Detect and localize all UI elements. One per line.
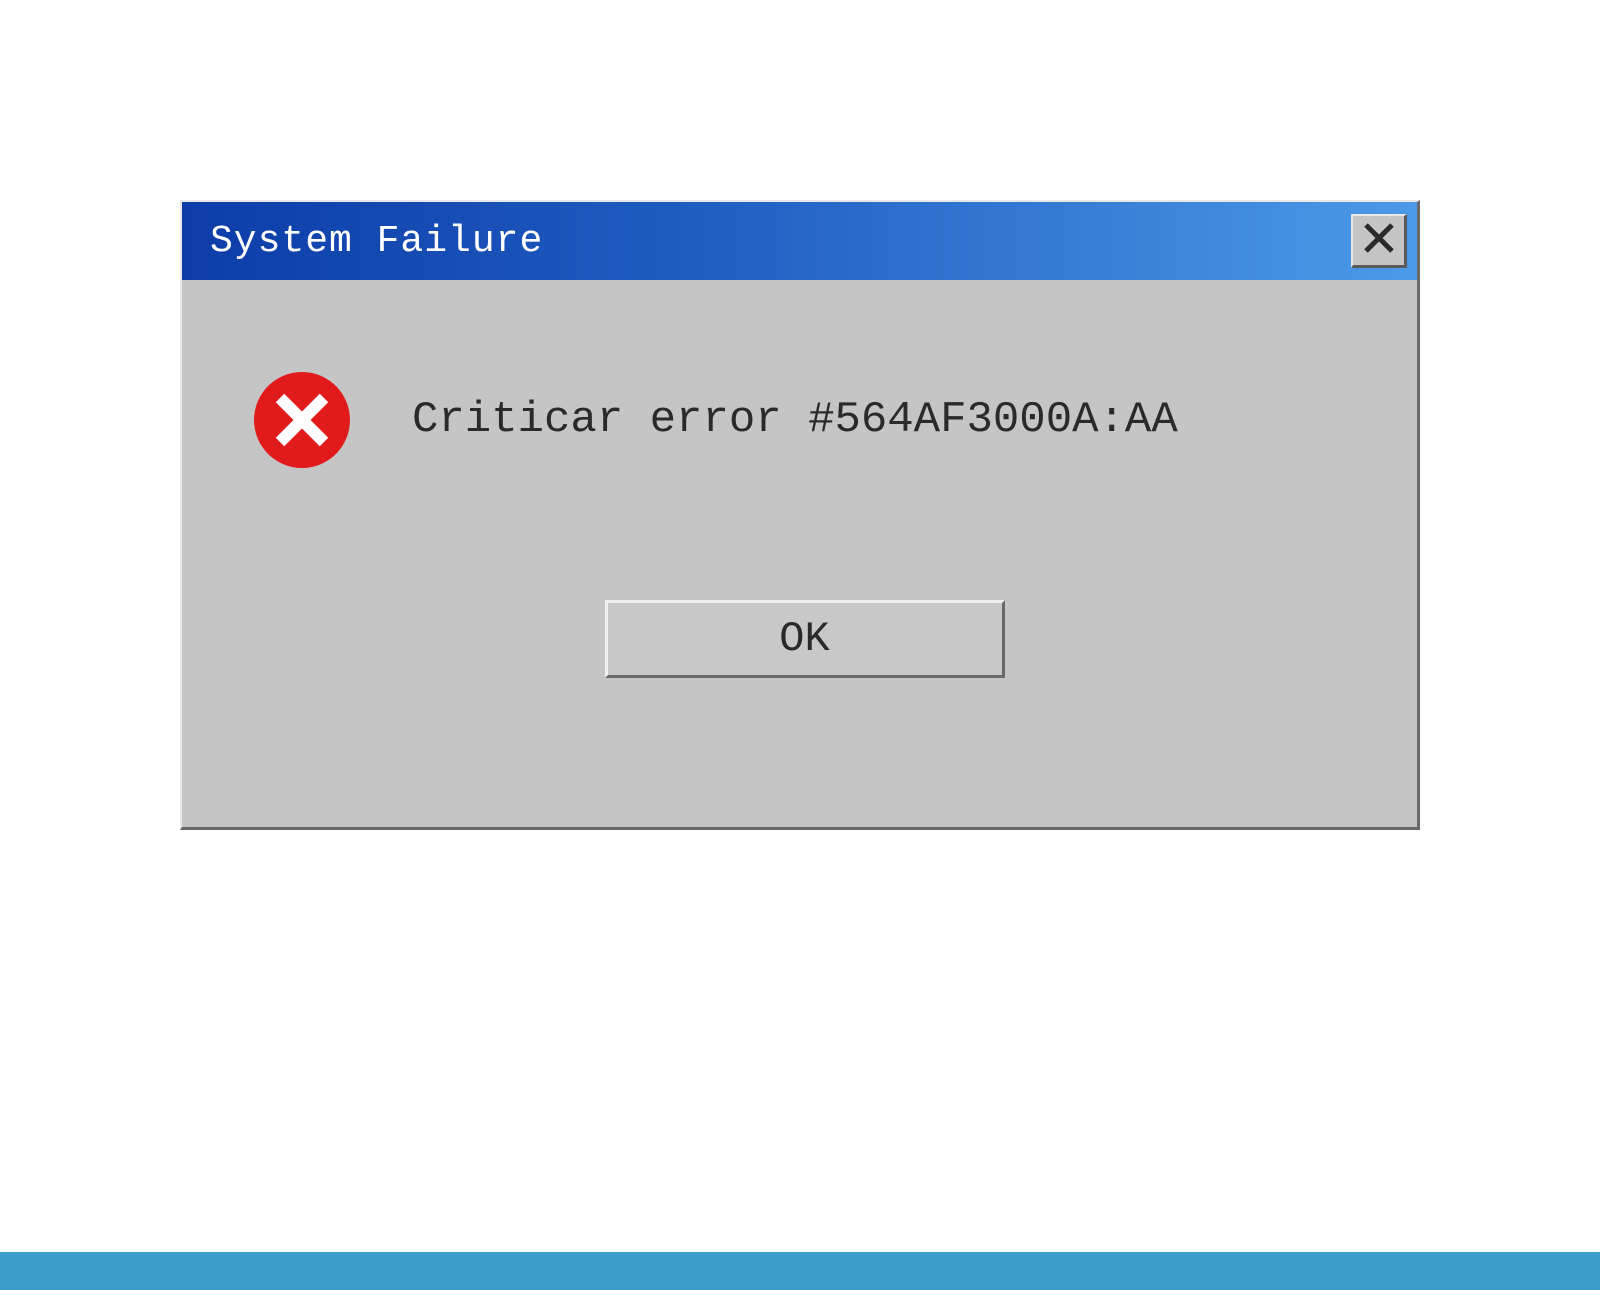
ok-button-label: OK — [779, 615, 829, 663]
message-row: Criticar error #564AF3000A:AA — [252, 370, 1357, 470]
close-icon — [1362, 221, 1396, 260]
footer-bar — [0, 1252, 1600, 1290]
dialog-body: Criticar error #564AF3000A:AA OK — [182, 280, 1417, 718]
dialog-title: System Failure — [210, 220, 543, 263]
error-icon — [252, 370, 352, 470]
title-bar: System Failure — [182, 202, 1417, 280]
button-row: OK — [252, 600, 1357, 678]
ok-button[interactable]: OK — [605, 600, 1005, 678]
error-dialog: System Failure Criticar error #564AF3000… — [180, 200, 1420, 830]
close-button[interactable] — [1351, 214, 1407, 268]
error-message: Criticar error #564AF3000A:AA — [412, 395, 1178, 445]
